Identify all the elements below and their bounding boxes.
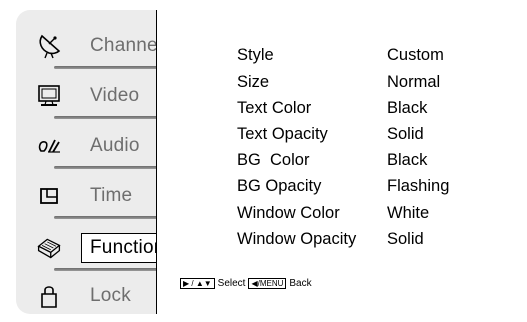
sidebar-item-label: Channel (90, 35, 163, 56)
sidebar-item-label: Function (90, 237, 165, 258)
setting-value: Custom (387, 45, 444, 64)
satellite-dish-icon (36, 33, 62, 59)
setting-label: Text Color (237, 98, 312, 117)
back-hint-label: Back (289, 278, 312, 289)
setting-value: Normal (387, 72, 441, 91)
setting-value: Flashing (387, 176, 450, 195)
clock-icon (36, 183, 62, 209)
setting-label: Size (237, 72, 270, 91)
sidebar-divider (54, 216, 172, 219)
setting-label: Style (237, 45, 274, 64)
sidebar-item-label: Audio (90, 135, 140, 156)
select-hint-label: Select (217, 278, 246, 289)
sidebar-item-audio[interactable]: Audio (16, 122, 168, 170)
settings-panel: Style Custom Size Normal Text Color Blac… (156, 10, 511, 314)
sidebar-divider (54, 116, 172, 119)
setting-value: Solid (387, 229, 424, 248)
sidebar-item-time[interactable]: Time (16, 172, 168, 220)
navigation-hint: ▶ / ▲▼ Select ◀/MENU Back (180, 278, 312, 289)
setting-label: Window Color (237, 203, 340, 222)
nav-keys-icon: ▶ / ▲▼ (180, 278, 215, 289)
setting-value: White (387, 203, 430, 222)
setting-label: Window Opacity (237, 229, 357, 248)
sidebar-divider (54, 166, 172, 169)
sidebar-item-function[interactable]: Function (16, 224, 168, 272)
setting-label: BG Color (237, 150, 310, 169)
sidebar-divider (54, 66, 172, 69)
setting-label: BG Opacity (237, 176, 322, 195)
sidebar-item-label: Video (90, 85, 140, 106)
sidebar-item-label: Lock (90, 285, 131, 306)
sidebar-item-channel[interactable]: Channel (16, 22, 168, 70)
sidebar-item-label: Time (90, 185, 133, 206)
padlock-icon (36, 283, 62, 309)
sidebar-item-lock[interactable]: Lock (16, 272, 168, 314)
monitor-icon (36, 83, 62, 109)
menu-key-icon: ◀/MENU (248, 278, 287, 289)
audio-icon (36, 133, 62, 159)
sidebar-item-video[interactable]: Video (16, 72, 168, 120)
sidebar-divider (54, 268, 172, 271)
settings-box-icon (36, 235, 62, 261)
setting-value: Black (387, 98, 428, 117)
setting-value: Black (387, 150, 428, 169)
setting-value: Solid (387, 124, 424, 143)
setting-label: Text Opacity (237, 124, 328, 143)
